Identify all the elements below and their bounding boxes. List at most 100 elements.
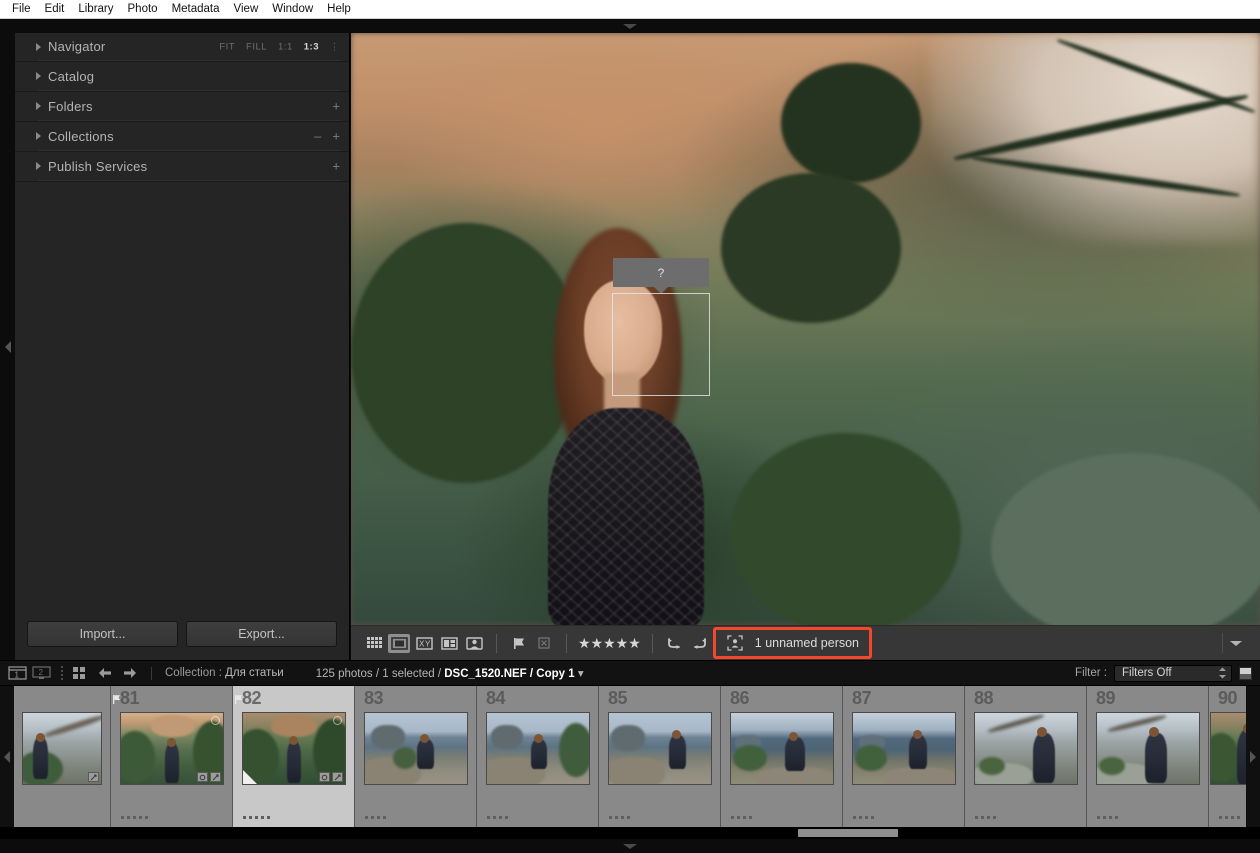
rotate-right-icon[interactable] [689,634,711,653]
face-name-tooltip[interactable]: ? [613,258,709,287]
list-item[interactable]: 88 [965,686,1087,827]
disclosure-triangle-icon[interactable] [36,72,41,80]
list-item[interactable]: 87 [843,686,965,827]
crop-badge-icon[interactable] [331,772,343,782]
secondary-window-button[interactable]: 2 [32,666,51,680]
file-menu-chevron-icon[interactable]: ▾ [578,668,584,680]
photo-count-info[interactable]: 125 photos / 1 selected / DSC_1520.NEF /… [316,666,584,680]
thumbnail-rating[interactable] [487,816,508,819]
menu-item-file[interactable]: File [5,0,38,18]
thumbnail[interactable] [119,712,224,785]
filmstrip-scroll-left[interactable] [0,686,14,827]
grid-view-button[interactable] [73,666,86,680]
thumbnail[interactable] [1095,712,1200,785]
menu-item-edit[interactable]: Edit [38,0,72,18]
sidebar-item-folders[interactable]: Folders + [15,92,349,120]
list-item[interactable]: 83 [355,686,477,827]
toolbar-options-button[interactable] [1222,633,1248,653]
list-item[interactable]: 89 [1087,686,1209,827]
thumbnail[interactable] [485,712,590,785]
thumbnail[interactable] [729,712,834,785]
compare-view-icon[interactable]: X Y [413,634,435,653]
loupe-view-icon[interactable] [388,633,410,653]
list-item[interactable]: 84 [477,686,599,827]
rating-stars[interactable]: ★★★★★ [578,635,641,652]
menu-item-window[interactable]: Window [265,0,320,18]
zoom-level-fill[interactable]: FILL [246,41,267,52]
filmstrip-scroll-right[interactable] [1246,686,1260,827]
flag-pick-icon[interactable] [235,691,243,704]
unnamed-person-button[interactable]: 1 unnamed person [717,631,868,655]
main-window-button[interactable]: 1 [8,666,27,680]
left-panel-collapse-handle[interactable] [0,33,15,660]
menu-item-view[interactable]: View [227,0,266,18]
list-item[interactable]: 81 [111,686,233,827]
thumbnail[interactable] [607,712,712,785]
loupe-photo[interactable]: ? [351,33,1260,625]
thumbnail[interactable] [363,712,468,785]
people-view-icon[interactable] [463,634,485,653]
thumbnail[interactable] [851,712,956,785]
zoom-level-menu-icon[interactable]: ⋮ [330,41,339,52]
add-collection-icon[interactable]: + [332,130,340,143]
disclosure-triangle-icon[interactable] [36,162,41,170]
crop-badge-icon[interactable] [88,772,99,782]
zoom-level-1-3[interactable]: 1:3 [304,41,319,52]
disclosure-triangle-icon[interactable] [36,42,41,51]
add-publish-service-icon[interactable]: + [332,160,340,173]
thumbnail-rating[interactable] [121,816,148,819]
sidebar-item-collections[interactable]: Collections – + [15,122,349,150]
add-folder-icon[interactable]: + [332,100,340,113]
collection-breadcrumb[interactable]: Collection : Для статьи [165,667,284,679]
sidebar-item-catalog[interactable]: Catalog [15,62,349,90]
sidebar-item-publish-services[interactable]: Publish Services + [15,152,349,180]
thumbnail-rating[interactable] [609,816,630,819]
list-item[interactable]: 82 [233,686,355,827]
menu-item-library[interactable]: Library [71,0,120,18]
thumbnail[interactable] [973,712,1078,785]
export-button[interactable]: Export... [186,621,337,647]
disclosure-triangle-icon[interactable] [36,102,41,110]
remove-collection-icon[interactable]: – [314,130,321,143]
metadata-badge-icon[interactable] [196,772,208,782]
disclosure-triangle-icon[interactable] [36,132,41,140]
thumbnail-rating[interactable] [853,816,874,819]
thumbnail-rating[interactable] [365,816,386,819]
face-detection-box[interactable] [612,293,710,396]
list-item[interactable] [14,686,111,827]
menu-item-metadata[interactable]: Metadata [165,0,227,18]
thumbnail-rating[interactable] [243,816,270,819]
grid-view-icon[interactable] [363,634,385,653]
list-item[interactable]: 86 [721,686,843,827]
thumbnail[interactable] [22,712,102,785]
filmstrip-toggle-button[interactable] [1239,666,1252,680]
list-item[interactable]: 85 [599,686,721,827]
zoom-level-1-1[interactable]: 1:1 [278,41,293,52]
crop-badge-icon[interactable] [209,772,221,782]
flag-pick-icon[interactable] [113,691,121,704]
thumbnail-rating[interactable] [731,816,752,819]
metadata-badge-icon[interactable] [318,772,330,782]
go-back-button[interactable] [98,667,112,679]
sidebar-item-navigator[interactable]: Navigator FIT FILL 1:1 1:3 ⋮ [15,33,349,60]
import-button[interactable]: Import... [27,621,178,647]
rotate-left-icon[interactable] [664,634,686,653]
top-panel-collapse-handle[interactable] [0,19,1260,33]
thumbnail[interactable] [241,712,346,785]
filmstrip-scrollbar-thumb[interactable] [798,829,898,837]
filter-select[interactable]: Filters Off [1114,664,1232,682]
thumbnail-rating[interactable] [975,816,996,819]
zoom-level-fit[interactable]: FIT [219,41,235,52]
flag-pick-icon[interactable] [508,634,530,653]
thumbnail[interactable] [1209,712,1246,785]
thumbnail-rating[interactable] [1097,816,1118,819]
bottom-panel-collapse-handle[interactable] [0,839,1260,853]
survey-view-icon[interactable] [438,634,460,653]
menu-item-help[interactable]: Help [320,0,358,18]
filmstrip-scrollbar[interactable] [0,827,1260,839]
flag-reject-icon[interactable] [533,634,555,653]
menu-item-photo[interactable]: Photo [121,0,165,18]
go-forward-button[interactable] [123,667,137,679]
list-item[interactable]: 90 [1209,686,1246,827]
thumbnail-rating[interactable] [1219,816,1240,819]
